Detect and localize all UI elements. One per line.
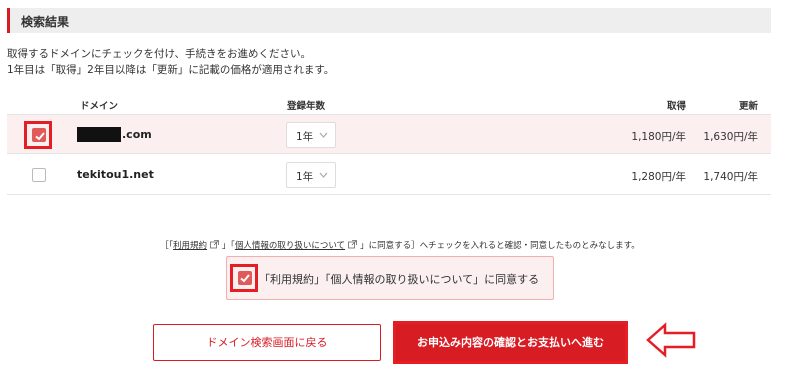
agreement-note-suffix: 」に同意する］へチェックを入れると確認・同意したものとみなします。 <box>360 241 640 251</box>
column-header-acquire: 取得 <box>666 101 686 112</box>
external-link-icon <box>210 240 219 249</box>
column-header-domain: ドメイン <box>80 101 119 112</box>
years-select[interactable]: 1年 <box>286 162 336 188</box>
section-header: 検索結果 <box>7 8 771 33</box>
proceed-to-payment-button[interactable]: お申込み内容の確認とお支払いへ進む <box>396 324 625 361</box>
agreement-note: ［「利用規約 」「個人情報の取り扱いについて 」に同意する］へチェックを入れると確認… <box>0 239 800 251</box>
acquire-price: 1,280円/年 <box>631 171 686 183</box>
back-to-search-button[interactable]: ドメイン検索画面に戻る <box>153 324 381 361</box>
annotation-highlight-box <box>230 264 258 292</box>
arrow-left-icon <box>646 322 696 358</box>
table-row: .com 1年 1,180円/年 1,630円/年 <box>7 114 771 154</box>
pricing-note: 1年目は「取得」2年目以降は「更新」に記載の価格が適用されます。 <box>7 64 335 76</box>
chevron-down-icon <box>319 132 328 138</box>
years-value: 1年 <box>296 171 314 183</box>
privacy-link[interactable]: 個人情報の取り扱いについて <box>235 241 345 251</box>
section-title: 検索結果 <box>21 15 70 29</box>
agreement-checkbox-container[interactable]: 「利用規約」「個人情報の取り扱いについて」に同意する <box>226 256 554 300</box>
renew-price: 1,630円/年 <box>703 131 758 143</box>
terms-link[interactable]: 利用規約 <box>173 241 207 251</box>
chevron-down-icon <box>319 172 328 178</box>
column-header-years: 登録年数 <box>287 101 326 112</box>
column-header-renew: 更新 <box>738 101 758 112</box>
years-select[interactable]: 1年 <box>286 122 336 148</box>
agreement-checkbox-label: 「利用規約」「個人情報の取り扱いについて」に同意する <box>259 273 540 286</box>
table-row: tekitou1.net 1年 1,280円/年 1,740円/年 <box>7 155 771 195</box>
instruction-text: 取得するドメインにチェックを付け、手続きをお進めください。 <box>7 48 311 60</box>
renew-price: 1,740円/年 <box>703 171 758 183</box>
domain-name: tekitou1.net <box>77 168 154 181</box>
agreement-note-mid: 」「 <box>222 241 235 251</box>
redacted-domain-name <box>77 127 121 142</box>
external-link-icon <box>348 240 357 249</box>
domain-checkbox[interactable] <box>32 168 46 182</box>
years-value: 1年 <box>296 131 314 143</box>
annotation-highlight-box <box>24 121 52 149</box>
acquire-price: 1,180円/年 <box>631 131 686 143</box>
agreement-note-prefix: ［「 <box>160 241 174 251</box>
domain-suffix: .com <box>122 128 152 141</box>
